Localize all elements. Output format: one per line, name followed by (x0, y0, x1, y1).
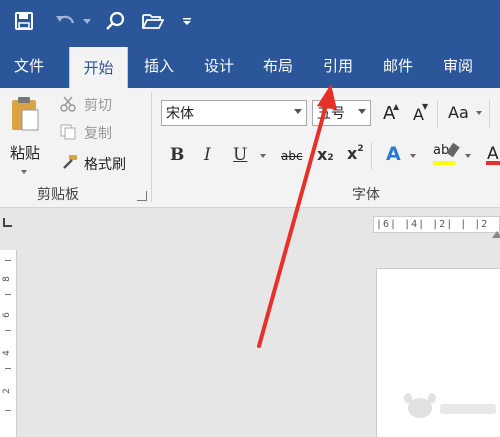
underline-dropdown-icon[interactable] (260, 154, 266, 158)
horizontal-ruler[interactable]: |6| |4| |2| | |2 (373, 216, 500, 233)
tab-home[interactable]: 开始 (69, 47, 128, 88)
ribbon-tabs: 文件 开始 插入 设计 布局 引用 邮件 审阅 (0, 42, 500, 88)
tab-references[interactable]: 引用 (309, 42, 367, 88)
clipboard-icon (12, 97, 39, 131)
clipboard-group-label: 剪贴板 (37, 187, 79, 203)
ruler-tick (5, 294, 11, 295)
font-color-bar (486, 161, 500, 165)
ruler-number: 6 (1, 312, 12, 318)
font-name-combobox[interactable]: 宋体 (161, 100, 307, 126)
tab-design[interactable]: 设计 (190, 42, 248, 88)
grow-caret-icon: ▲ (393, 102, 400, 111)
tab-mailings[interactable]: 邮件 (369, 42, 427, 88)
highlight-color-bar (433, 161, 455, 165)
superscript-suffix: 2 (357, 144, 364, 154)
search-icon[interactable] (102, 9, 128, 33)
baidu-jingyan-watermark (404, 393, 496, 418)
cut-button[interactable]: 剪切 (84, 95, 112, 115)
clipboard-launcher-icon[interactable] (137, 191, 147, 201)
change-case-dropdown-icon[interactable] (476, 111, 482, 115)
customize-qat-icon[interactable] (178, 9, 196, 33)
strikethrough-button[interactable]: abc (281, 149, 303, 163)
save-icon[interactable] (12, 9, 36, 33)
highlight-dropdown-icon[interactable] (465, 154, 471, 158)
font-size-combobox[interactable]: 五号 (312, 100, 371, 126)
font-group-label: 字体 (352, 187, 380, 203)
ruler-number: 8 (1, 276, 12, 282)
paste-dropdown-icon[interactable] (21, 170, 27, 174)
subscript-button[interactable]: x2 (317, 145, 334, 164)
vertical-ruler[interactable]: 8 6 4 2 (0, 250, 17, 437)
tab-review[interactable]: 审阅 (429, 42, 487, 88)
font-size-dropdown-icon[interactable] (358, 109, 366, 114)
undo-dropdown-icon[interactable] (80, 9, 94, 33)
text-effects-dropdown-icon[interactable] (410, 154, 416, 158)
format-painter-button[interactable]: 格式刷 (84, 154, 126, 174)
copy-icon (60, 124, 76, 144)
ribbon: 粘贴 剪切 复制 格式刷 剪贴板 宋体 五号 A ▲ A ▼ Aa B I U … (0, 88, 500, 208)
ruler-tick (5, 410, 11, 411)
subscript-label: x (317, 145, 328, 164)
superscript-button[interactable]: x2 (347, 144, 364, 163)
group-divider (151, 92, 152, 202)
paste-label: 粘贴 (10, 144, 41, 162)
tab-layout[interactable]: 布局 (249, 42, 307, 88)
undo-icon[interactable] (52, 9, 78, 33)
font-name-value: 宋体 (166, 106, 194, 122)
format-painter-icon (60, 154, 78, 174)
tab-file[interactable]: 文件 (0, 42, 58, 88)
ruler-tick (5, 260, 11, 261)
ruler-tick (5, 368, 11, 369)
ruler-number: 4 (1, 350, 12, 356)
shrink-caret-icon: ▼ (422, 102, 429, 111)
scissors-icon (60, 96, 76, 116)
copy-button[interactable]: 复制 (84, 123, 112, 143)
superscript-label: x (347, 144, 358, 163)
change-case-button[interactable]: Aa (448, 103, 469, 122)
bold-button[interactable]: B (170, 145, 184, 165)
font-divider (437, 100, 438, 128)
text-effects-button[interactable]: A (386, 143, 401, 165)
indent-marker-icon[interactable] (492, 231, 500, 238)
ruler-tick (5, 330, 11, 331)
italic-button[interactable]: I (204, 145, 211, 165)
ruler-number: 2 (1, 388, 12, 394)
font-size-value: 五号 (317, 106, 345, 122)
paste-button[interactable]: 粘贴 (6, 94, 46, 174)
subscript-suffix: 2 (327, 153, 334, 163)
font-name-dropdown-icon[interactable] (294, 109, 302, 114)
font-divider (371, 142, 372, 170)
underline-button[interactable]: U (233, 145, 247, 165)
font-divider (489, 100, 490, 128)
tab-selector-icon[interactable] (0, 215, 14, 229)
folder-open-icon[interactable] (140, 9, 166, 33)
quick-access-toolbar (0, 0, 500, 42)
tab-insert[interactable]: 插入 (130, 42, 188, 88)
